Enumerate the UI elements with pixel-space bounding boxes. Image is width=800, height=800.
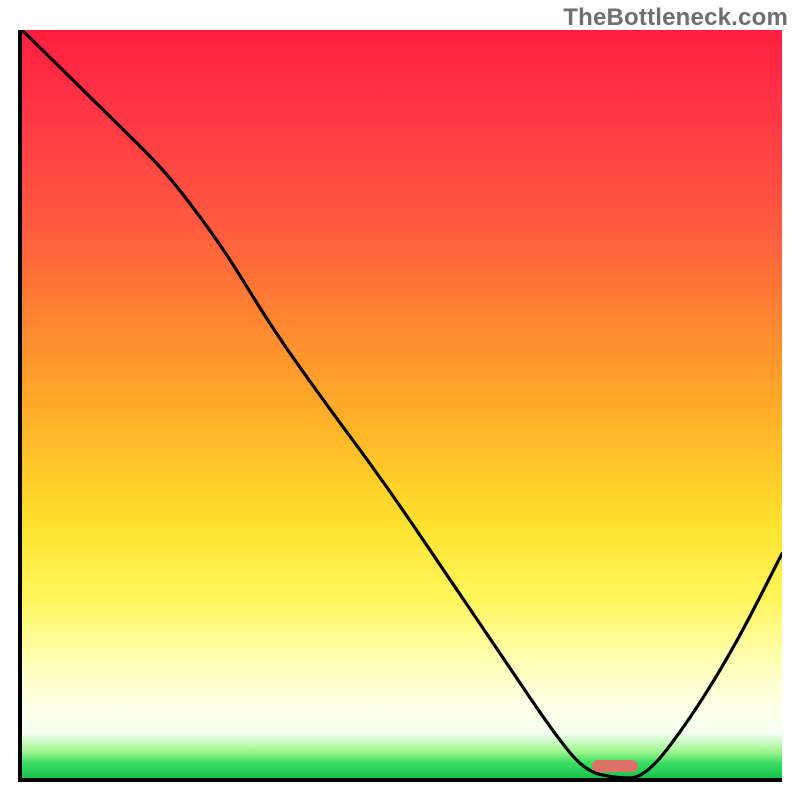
watermark-text: TheBottleneck.com bbox=[563, 4, 788, 32]
optimal-marker bbox=[592, 760, 638, 772]
plot-area bbox=[18, 30, 782, 782]
bottleneck-curve bbox=[22, 30, 782, 778]
